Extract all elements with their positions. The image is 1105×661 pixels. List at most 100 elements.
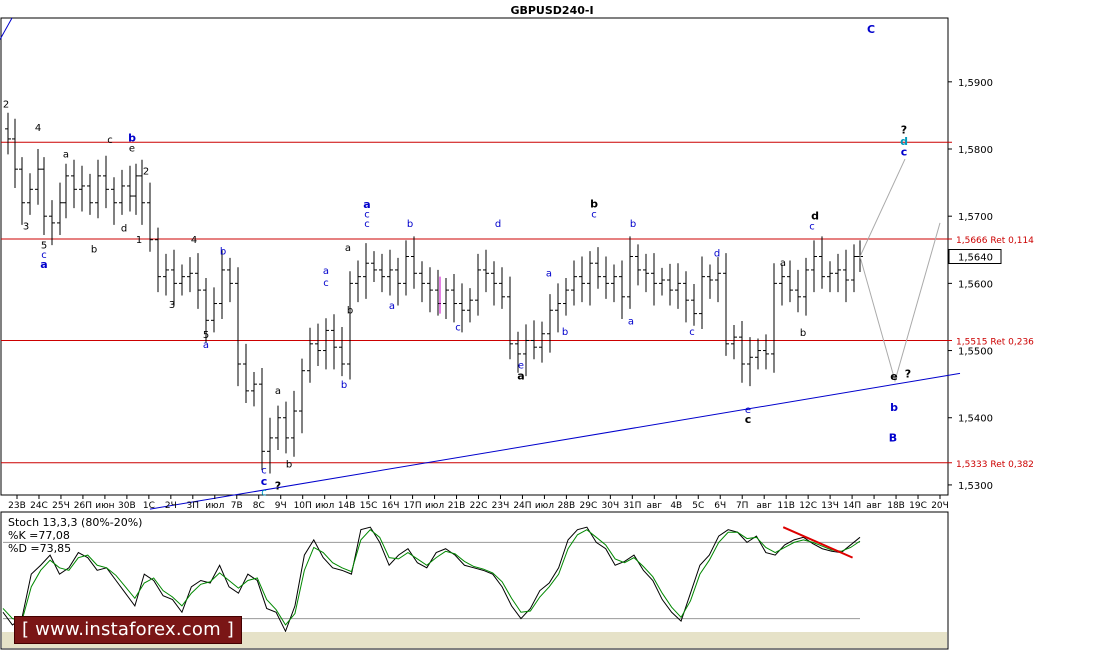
time-tick-label: июл: [535, 501, 554, 511]
wave-label: c: [689, 327, 695, 338]
wave-label: a: [203, 340, 209, 351]
time-tick-label: 10П: [294, 501, 312, 511]
time-tick-label: 29С: [580, 501, 598, 511]
wave-label: a: [780, 258, 786, 269]
wave-label: 1: [136, 235, 142, 246]
time-tick-label: 30В: [118, 501, 136, 511]
wave-label: c: [591, 210, 597, 221]
wave-label: d: [811, 210, 819, 223]
time-tick-label: 23Ч: [492, 501, 510, 511]
wave-label: a: [546, 269, 552, 280]
time-tick-label: 16Ч: [382, 501, 400, 511]
time-tick-label: 6Ч: [714, 501, 726, 511]
wave-label: 4: [191, 235, 197, 246]
wave-label: a: [275, 386, 281, 397]
wave-label: d: [495, 219, 501, 230]
time-tick-label: 21В: [448, 501, 466, 511]
price-tick-label: 1,5300: [958, 481, 993, 492]
wave-label: a: [517, 369, 524, 382]
ret-level-label: 1,5333 Ret 0,382: [956, 460, 1034, 470]
wave-label: c: [745, 413, 752, 426]
wave-label: B: [889, 431, 897, 444]
wave-label: b: [220, 246, 226, 257]
wave-label: c: [901, 146, 908, 159]
wave-label: c: [107, 135, 113, 146]
time-tick-label: 2Ч: [165, 501, 177, 511]
time-tick-label: 24С: [30, 501, 48, 511]
time-tick-label: 17П: [403, 501, 421, 511]
wave-label: 3: [169, 300, 175, 311]
wave-label: 2: [3, 99, 9, 110]
stoch-title: Stoch 13,3,3 (80%-20%): [8, 516, 142, 529]
time-tick-label: 5С: [692, 501, 704, 511]
time-tick-label: 20Ч: [931, 501, 949, 511]
time-tick-label: авг: [647, 501, 663, 511]
wave-label: a: [628, 316, 634, 327]
time-tick-label: 7П: [736, 501, 749, 511]
wave-label: 3: [23, 222, 29, 233]
wave-label: b: [890, 401, 898, 414]
current-price-label: 1,5640: [958, 253, 993, 264]
time-tick-label: 12С: [799, 501, 817, 511]
wave-label: b: [341, 380, 347, 391]
wave-label: b: [91, 244, 97, 255]
time-tick-label: 19С: [909, 501, 927, 511]
price-tick-label: 1,5400: [958, 414, 993, 425]
wave-label: e: [890, 370, 897, 383]
time-tick-label: июн: [95, 501, 114, 511]
time-tick-label: 25Ч: [52, 501, 70, 511]
instaforex-watermark: [ www.instaforex.com ]: [14, 616, 242, 644]
time-tick-label: 28В: [558, 501, 576, 511]
stoch-k-value: %K =77,08: [8, 529, 70, 542]
time-tick-label: 14В: [338, 501, 356, 511]
wave-label: a: [389, 301, 395, 312]
time-tick-label: авг: [866, 501, 882, 511]
wave-label: b: [800, 328, 806, 339]
ret-level-label: 1,5666 Ret 0,114: [956, 236, 1034, 246]
price-tick-label: 1,5900: [958, 78, 993, 89]
time-tick-label: 9Ч: [275, 501, 287, 511]
wave-label: C: [867, 23, 875, 36]
wave-label: a: [40, 258, 47, 271]
time-tick-label: июл: [315, 501, 334, 511]
time-tick-label: 22С: [470, 501, 488, 511]
time-tick-label: 23В: [8, 501, 26, 511]
time-tick-label: июл: [205, 501, 224, 511]
time-tick-label: 1С: [143, 501, 155, 511]
time-tick-label: 8С: [253, 501, 265, 511]
price-tick-label: 1,5700: [958, 212, 993, 223]
price-tick-label: 1,5800: [958, 145, 993, 156]
price-tick-label: 1,5500: [958, 347, 993, 358]
wave-label: c: [455, 322, 461, 333]
time-tick-label: авг: [756, 501, 772, 511]
time-tick-label: 14П: [843, 501, 861, 511]
time-tick-label: 7В: [231, 501, 243, 511]
time-tick-label: 11В: [777, 501, 795, 511]
time-tick-label: 24П: [513, 501, 531, 511]
wave-label: d: [714, 249, 720, 260]
time-tick-label: 13Ч: [821, 501, 839, 511]
time-tick-label: 18В: [887, 501, 905, 511]
price-axis: 1,5300 1,5400 1,5500 1,5600 1,5700 1,5800 1,59…: [948, 78, 1002, 492]
stoch-d-value: %D =73,85: [8, 542, 71, 555]
wave-label: b: [562, 327, 568, 338]
wave-label: c: [261, 475, 268, 488]
time-tick-label: 26П: [74, 501, 92, 511]
wave-label: c: [323, 278, 329, 289]
wave-label: b: [286, 459, 292, 470]
time-tick-label: июл: [425, 501, 444, 511]
wave-label: d: [121, 224, 127, 235]
time-tick-label: 3П: [187, 501, 200, 511]
wave-label: b: [407, 219, 413, 230]
wave-label: a: [323, 266, 329, 277]
chart-title: GBPUSD240-I: [510, 4, 593, 17]
wave-label: c: [809, 222, 815, 233]
wave-label: e: [129, 144, 135, 155]
main-chart-border: [0, 17, 949, 496]
wave-label: c: [364, 219, 370, 230]
wave-label: b: [590, 197, 598, 210]
wave-label: c: [261, 488, 267, 499]
time-tick-label: 4В: [670, 501, 682, 511]
time-tick-label: 31П: [623, 501, 641, 511]
wave-label: a: [63, 150, 69, 161]
